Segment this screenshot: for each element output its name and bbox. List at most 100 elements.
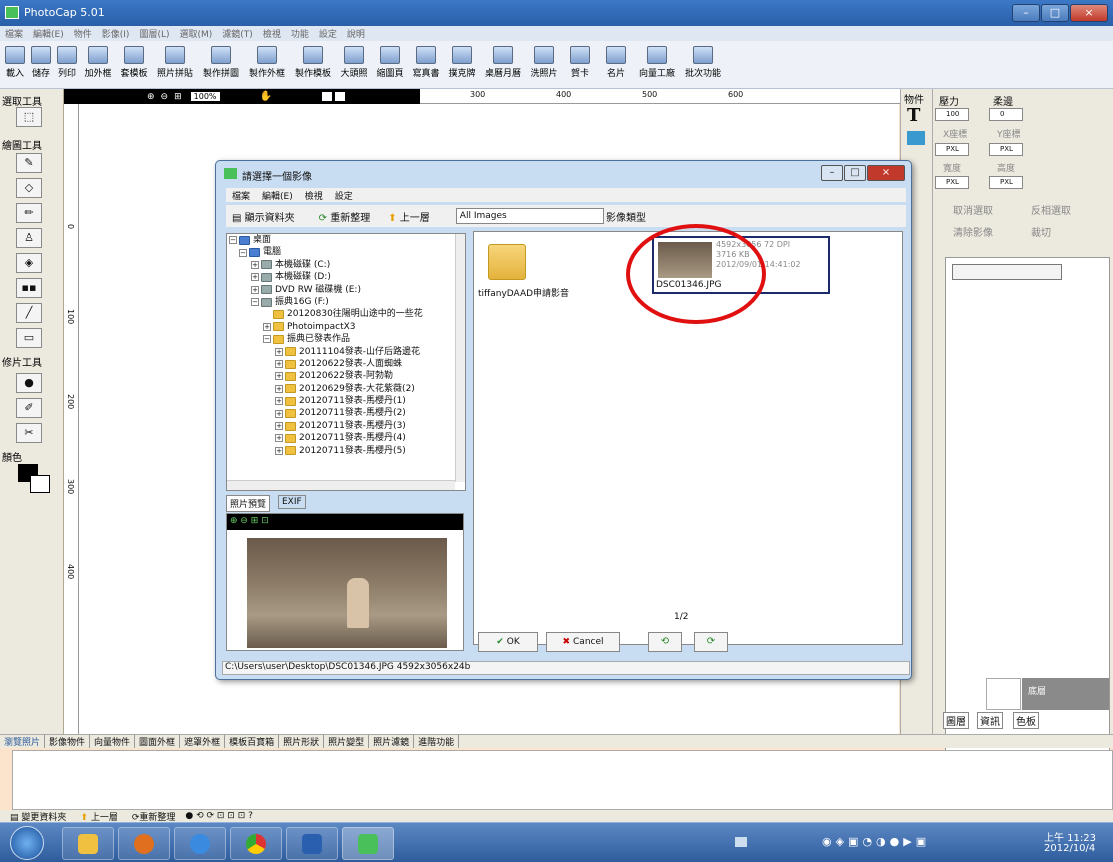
batch-button[interactable]: 批次功能 xyxy=(680,42,726,88)
taskbar-ie[interactable] xyxy=(174,827,226,860)
zoom-in-icon[interactable]: ⊕ xyxy=(147,92,155,102)
tab-photo-preview[interactable]: 照片預覽 xyxy=(226,495,271,512)
color-swatch[interactable] xyxy=(334,92,345,101)
id-photo-button[interactable]: 大頭照 xyxy=(336,42,372,88)
save-button[interactable]: 儲存 xyxy=(28,42,54,88)
tree-item[interactable]: +20120711發表-馬櫻丹(3) xyxy=(227,420,465,432)
background-color[interactable] xyxy=(30,475,50,493)
soft-edge-input[interactable]: 0 xyxy=(989,108,1023,121)
tab-photo-filters[interactable]: 照片濾鏡 xyxy=(369,735,415,748)
tab-advanced[interactable]: 進階功能 xyxy=(414,735,460,748)
tree-item[interactable]: − 電腦 xyxy=(227,246,465,258)
height-input[interactable]: PXL xyxy=(989,176,1023,189)
eraser-icon[interactable]: ◇ xyxy=(16,178,42,198)
tree-scrollbar-h[interactable] xyxy=(227,480,455,490)
fit-icon[interactable]: ⊞ xyxy=(174,92,182,102)
stamp-icon[interactable]: ♙ xyxy=(16,228,42,248)
dropper-icon[interactable]: ╱ xyxy=(16,303,42,323)
thumbnail-strip[interactable] xyxy=(12,750,1113,810)
tree-scrollbar-v[interactable] xyxy=(455,234,465,482)
clock-time[interactable]: 上午 11:23 xyxy=(1044,829,1096,844)
close-button[interactable]: × xyxy=(1070,4,1108,22)
tab-vector-objects[interactable]: 向量物件 xyxy=(90,735,136,748)
folder-item[interactable]: tiffanyDAAD申請影音 xyxy=(474,240,594,300)
tree-item[interactable]: +20120622發表-阿勃勒 xyxy=(227,370,465,382)
menu-filter[interactable]: 濾鏡(T) xyxy=(222,27,253,40)
x-input[interactable]: PXL xyxy=(935,143,969,156)
dots-icon[interactable]: ▪▪ xyxy=(16,278,42,298)
layer-base[interactable]: 底層 xyxy=(1022,678,1109,710)
preview-zoom-toolbar[interactable]: ⊕ ⊖ ⊞ ⊡ xyxy=(227,514,463,530)
tree-item[interactable]: + 本機磁碟 (D:) xyxy=(227,271,465,283)
greeting-card-button[interactable]: 賀卡 xyxy=(562,42,598,88)
taskbar-explorer[interactable] xyxy=(62,827,114,860)
tab-template-box[interactable]: 模板百寶箱 xyxy=(225,735,280,748)
tree-item[interactable]: − 振典16G (F:) xyxy=(227,296,465,308)
tree-item[interactable]: +20120711發表-馬櫻丹(2) xyxy=(227,407,465,419)
file-type-select[interactable]: All Images xyxy=(455,208,604,224)
tab-layers[interactable]: 圖層 xyxy=(943,712,969,729)
menu-image[interactable]: 影像(I) xyxy=(102,27,130,40)
menu-file[interactable]: 檔案 xyxy=(5,27,23,40)
text-tool-icon[interactable]: T xyxy=(907,105,920,126)
tree-item[interactable]: +20120711發表-馬櫻丹(5) xyxy=(227,445,465,457)
retouch-brush-icon[interactable]: ✐ xyxy=(16,398,42,418)
image-object-icon[interactable] xyxy=(907,131,925,145)
make-template-button[interactable]: 製作模板 xyxy=(290,42,336,88)
tree-item[interactable]: +20120711發表-馬櫻丹(1) xyxy=(227,395,465,407)
tab-photo-warp[interactable]: 照片變型 xyxy=(324,735,370,748)
add-frame-button[interactable]: 加外框 xyxy=(80,42,116,88)
collage-button[interactable]: 照片拼貼 xyxy=(152,42,198,88)
taskbar-media-player[interactable] xyxy=(118,827,170,860)
change-folder-button[interactable]: ▤ 變更資料夾 xyxy=(10,810,66,823)
minimize-button[interactable]: – xyxy=(1012,4,1040,22)
system-tray-icons[interactable]: ◉◈▣◔◑●▶▣ xyxy=(822,835,930,848)
dialog-menu-edit[interactable]: 編輯(E) xyxy=(262,189,293,202)
taskbar-chrome[interactable] xyxy=(230,827,282,860)
brush-icon[interactable]: ✎ xyxy=(16,153,42,173)
layer-toolbar[interactable] xyxy=(952,264,1062,280)
bottom-refresh-button[interactable]: ⟳重新整理 xyxy=(132,810,176,823)
dialog-minimize-button[interactable]: – xyxy=(821,165,843,181)
dialog-menu-settings[interactable]: 設定 xyxy=(335,189,353,202)
tree-item[interactable]: + 本機磁碟 (C:) xyxy=(227,259,465,271)
make-frame-button[interactable]: 製作外框 xyxy=(244,42,290,88)
menu-edit[interactable]: 編輯(E) xyxy=(33,27,64,40)
photo-book-button[interactable]: 寫真書 xyxy=(408,42,444,88)
vector-factory-button[interactable]: 向量工廠 xyxy=(634,42,680,88)
tree-item[interactable]: − 振典已發表作品 xyxy=(227,333,465,345)
fill-icon[interactable]: ◈ xyxy=(16,253,42,273)
tab-exif[interactable]: EXIF xyxy=(278,495,306,509)
color-swatch[interactable] xyxy=(321,92,332,101)
zoom-level[interactable]: 100% xyxy=(190,92,220,101)
show-folder-button[interactable]: ▤ 顯示資料夾 xyxy=(232,209,295,224)
calendar-button[interactable]: 桌曆月曆 xyxy=(480,42,526,88)
tab-browse-photos[interactable]: 瀏覽照片 xyxy=(0,735,46,748)
crop-button[interactable]: 裁切 xyxy=(1031,224,1051,239)
menu-layer[interactable]: 圖層(L) xyxy=(139,27,169,40)
print-button[interactable]: 列印 xyxy=(54,42,80,88)
clone-icon[interactable]: ✂ xyxy=(16,423,42,443)
menu-function[interactable]: 功能 xyxy=(291,27,309,40)
menu-select[interactable]: 選取(M) xyxy=(179,27,212,40)
print-photo-button[interactable]: 洗照片 xyxy=(526,42,562,88)
ok-button[interactable]: ✔ OK xyxy=(478,632,538,652)
tree-item[interactable]: 20120830往陽明山途中的一些花 xyxy=(227,308,465,320)
rotate-left-button[interactable]: ⟲ xyxy=(648,632,682,652)
tree-item[interactable]: +20120622發表-人面蜘蛛 xyxy=(227,358,465,370)
tree-item[interactable]: +20120629發表-大花紫薇(2) xyxy=(227,383,465,395)
thumbnail-page-button[interactable]: 縮圖頁 xyxy=(372,42,408,88)
make-puzzle-button[interactable]: 製作拼圖 xyxy=(198,42,244,88)
layer-list[interactable]: 底層 xyxy=(945,257,1110,762)
cancel-select-button[interactable]: 取消選取 xyxy=(953,202,993,217)
clock-date[interactable]: 2012/10/4 xyxy=(1044,843,1095,854)
menu-object[interactable]: 物件 xyxy=(74,27,92,40)
dialog-maximize-button[interactable]: □ xyxy=(844,165,866,181)
cancel-button[interactable]: ✖ Cancel xyxy=(546,632,620,652)
layer-thumbnail[interactable] xyxy=(986,678,1021,710)
maximize-button[interactable]: □ xyxy=(1041,4,1069,22)
taskbar-photocap[interactable] xyxy=(342,827,394,860)
business-card-button[interactable]: 名片 xyxy=(598,42,634,88)
refresh-button[interactable]: ⟳ 重新整理 xyxy=(319,209,371,224)
tab-image-objects[interactable]: 影像物件 xyxy=(45,735,91,748)
